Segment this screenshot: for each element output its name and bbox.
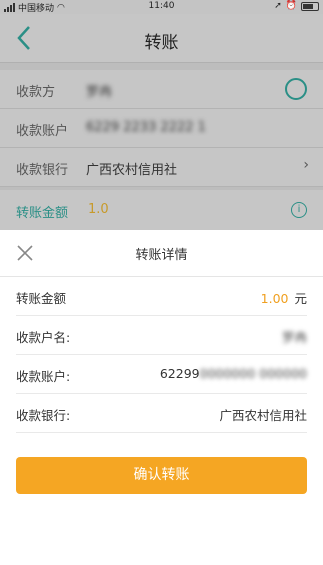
account-row[interactable]: 收款账户 6229 2233 2222 1 [0, 109, 323, 148]
detail-amount-number: 1.00 [260, 291, 289, 306]
account-label: 收款账户 [16, 124, 69, 139]
status-right: ➚ ⏰ [274, 1, 319, 11]
detail-name-label: 收款户名: [16, 330, 71, 345]
transfer-detail-sheet: 转账详情 转账金额 1.00 元 收款户名: 罗冉 收款账户: 622990000… [0, 230, 323, 565]
confirm-transfer-button[interactable]: 确认转账 [16, 457, 307, 494]
background-form: 收款方 罗冉 收款账户 6229 2233 2222 1 收款银行 广西农村信用… [0, 70, 323, 187]
chevron-right-icon: › [303, 157, 309, 173]
payee-label: 收款方 [16, 85, 56, 100]
nav-bar: 转账 [0, 14, 323, 63]
detail-amount-label: 转账金额 [16, 291, 67, 306]
detail-amount-value: 1.00 元 [261, 288, 307, 307]
detail-bank-row: 收款银行: 广西农村信用社 [16, 394, 307, 433]
contact-icon[interactable] [285, 78, 307, 100]
bank-row[interactable]: 收款银行 广西农村信用社 › [0, 148, 323, 187]
detail-bank-label: 收款银行: [16, 408, 71, 423]
detail-account-hidden: 0000000 000000 [199, 366, 307, 381]
alarm-icon: ⏰ [285, 1, 297, 11]
detail-bank-value: 广西农村信用社 [219, 408, 307, 423]
bank-value: 广西农村信用社 [86, 163, 178, 178]
page-title: 转账 [144, 33, 179, 53]
sheet-title: 转账详情 [135, 248, 188, 263]
payee-value: 罗冉 [86, 85, 113, 100]
info-icon[interactable]: i [291, 202, 307, 218]
detail-name-value: 罗冉 [281, 330, 307, 345]
amount-value: 1.0 [88, 202, 109, 217]
status-bar: 中国移动 ◠ 11:40 ➚ ⏰ [0, 0, 323, 14]
location-icon: ➚ [274, 1, 282, 11]
detail-amount-row: 转账金额 1.00 元 [16, 277, 307, 316]
amount-row[interactable]: 转账金额 1.0 i [0, 190, 323, 230]
detail-amount-unit: 元 [294, 291, 307, 306]
sheet-header: 转账详情 [0, 230, 323, 277]
detail-account-value: 622990000000 000000 [160, 366, 307, 381]
detail-account-row: 收款账户: 622990000000 000000 [16, 355, 307, 394]
account-value: 6229 2233 2222 1 [86, 120, 206, 135]
amount-label: 转账金额 [16, 206, 69, 221]
payee-row[interactable]: 收款方 罗冉 [0, 70, 323, 109]
detail-account-label: 收款账户: [16, 369, 71, 384]
detail-account-prefix: 62299 [159, 366, 200, 381]
detail-name-row: 收款户名: 罗冉 [16, 316, 307, 355]
battery-icon [301, 1, 319, 11]
bank-label: 收款银行 [16, 163, 69, 178]
